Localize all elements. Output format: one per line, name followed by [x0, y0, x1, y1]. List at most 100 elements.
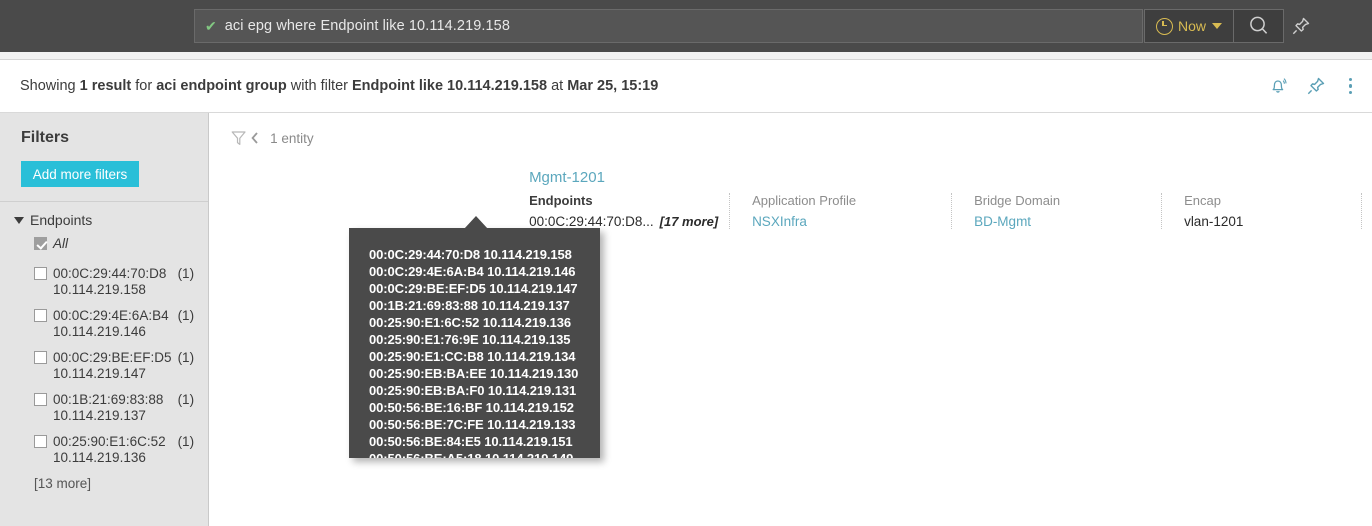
chevron-left-icon [251, 132, 258, 144]
tooltip-line: 00:25:90:E1:6C:52 10.114.219.136 [369, 315, 572, 330]
showing-prefix: Showing [20, 78, 80, 94]
tooltip-line: 00:50:56:BE:84:E5 10.114.219.151 [369, 434, 573, 449]
attribute-number-of-vms: Number of VMs 0 [1361, 193, 1372, 229]
attribute-application-profile: Application Profile NSXInfra [729, 193, 951, 229]
endpoint-mac: 00:1B:21:69:83:88 [53, 392, 164, 407]
search-input[interactable]: ✔ aci epg where Endpoint like 10.114.219… [194, 9, 1143, 43]
tooltip-line: 00:0C:29:4E:6A:B4 10.114.219.146 [369, 264, 576, 279]
at-text: at [547, 78, 568, 94]
attribute-label: Endpoints [529, 193, 593, 208]
pin-icon [1292, 17, 1310, 35]
entity-title-link[interactable]: Mgmt-1201 [529, 169, 1372, 186]
tooltip-line: 00:50:56:BE:16:BF 10.114.219.152 [369, 400, 574, 415]
checkbox-icon[interactable] [34, 351, 47, 364]
add-more-filters-button[interactable]: Add more filters [21, 161, 139, 187]
check-icon: ✔ [205, 18, 217, 34]
tooltip-line: 00:25:90:EB:BA:F0 10.114.219.131 [369, 383, 577, 398]
result-count: 1 result [79, 78, 132, 94]
checkbox-icon[interactable] [34, 267, 47, 280]
filter-option-label: 00:0C:29:4E:6A:B4 10.114.219.146 [53, 308, 172, 339]
checkbox-icon[interactable] [34, 309, 47, 322]
tooltip-line: 00:25:90:E1:76:9E 10.114.219.135 [369, 332, 571, 347]
with-filter-text: with filter [286, 78, 352, 94]
filter-option[interactable]: 00:0C:29:44:70:D8 10.114.219.158 (1) [0, 266, 208, 297]
result-summary-text: Showing 1 result for aci endpoint group … [20, 78, 658, 94]
entity-attribute-columns: Endpoints 00:0C:29:44:70:D8... [17 more] … [529, 193, 1372, 229]
more-vertical-icon [1348, 77, 1352, 82]
pin-result-button[interactable] [1305, 75, 1327, 97]
filter-option-count: (1) [177, 392, 195, 407]
filter-option-count: (1) [177, 266, 195, 281]
filter-option[interactable]: 00:0C:29:4E:6A:B4 10.114.219.146 (1) [0, 308, 208, 339]
show-more-filters-link[interactable]: [13 more] [0, 476, 208, 491]
filter-option-count: (1) [177, 434, 195, 449]
results-toolbar: 1 entity Expand All Collapse All [209, 113, 1372, 155]
tooltip-line: 00:25:90:EB:BA:EE 10.114.219.130 [369, 366, 579, 381]
tooltip-line: 00:0C:29:BE:EF:D5 10.114.219.147 [369, 281, 578, 296]
tooltip-line: 00:25:90:E1:CC:B8 10.114.219.134 [369, 349, 576, 364]
filter-option-label: 00:0C:29:44:70:D8 10.114.219.158 [53, 266, 172, 297]
pin-icon [1307, 77, 1324, 95]
filter-expression: Endpoint like 10.114.219.158 [352, 78, 548, 94]
filter-option[interactable]: 00:25:90:E1:6C:52 10.114.219.136 (1) [0, 434, 208, 465]
entity-type: aci endpoint group [156, 78, 287, 94]
attribute-value: vlan-1201 [1184, 214, 1244, 229]
filter-funnel-icon [231, 131, 246, 145]
attribute-label: Bridge Domain [974, 193, 1061, 208]
filter-option-count: (1) [177, 350, 195, 365]
search-icon [1249, 16, 1267, 34]
more-vertical-icon [1348, 90, 1352, 95]
alert-button[interactable] [1267, 75, 1289, 97]
attribute-encap: Encap vlan-1201 [1161, 193, 1361, 229]
search-button[interactable] [1234, 9, 1284, 43]
top-search-bar: ✔ aci epg where Endpoint like 10.114.219… [0, 0, 1372, 52]
tooltip-line: 00:1B:21:69:83:88 10.114.219.137 [369, 298, 570, 313]
attribute-bridge-domain: Bridge Domain BD-Mgmt [951, 193, 1161, 229]
filter-option-all[interactable]: All [0, 236, 208, 252]
endpoint-ip: 10.114.219.158 [53, 281, 146, 297]
endpoints-more-link[interactable]: [17 more] [660, 214, 719, 229]
filter-option[interactable]: 00:0C:29:BE:EF:D5 10.114.219.147 (1) [0, 350, 208, 381]
endpoint-mac: 00:0C:29:44:70:D8 [53, 266, 167, 281]
checkbox-icon[interactable] [34, 435, 47, 448]
attribute-value-link[interactable]: BD-Mgmt [974, 214, 1147, 229]
filter-option-count: (1) [177, 308, 195, 323]
filter-group-endpoints[interactable]: Endpoints [0, 202, 208, 228]
result-actions [1267, 60, 1359, 112]
endpoint-ip: 10.114.219.147 [53, 365, 146, 381]
filter-option-label: 00:1B:21:69:83:88 10.114.219.137 [53, 392, 172, 423]
filter-group-label: Endpoints [30, 212, 93, 228]
attribute-value: 00:0C:29:44:70:D8... [17 more] [529, 214, 718, 229]
topbar-divider [0, 52, 1372, 60]
endpoints-tooltip: 00:0C:29:44:70:D8 10.114.219.158 00:0C:2… [349, 228, 600, 458]
time-range-now-button[interactable]: Now [1144, 9, 1234, 43]
endpoint-ip: 10.114.219.136 [53, 449, 146, 465]
endpoint-ip: 10.114.219.146 [53, 323, 146, 339]
entity-card-body: Mgmt-1201 Endpoints 00:0C:29:44:70:D8...… [529, 169, 1372, 229]
entity-card: Mgmt-1201 Endpoints 00:0C:29:44:70:D8...… [209, 155, 1372, 229]
chevron-down-icon [1212, 23, 1222, 29]
collapse-filters-button[interactable] [229, 128, 260, 148]
filter-option-label: 00:25:90:E1:6C:52 10.114.219.136 [53, 434, 172, 465]
tooltip-line: 00:50:56:BE:7C:FE 10.114.219.133 [369, 417, 576, 432]
filter-option[interactable]: 00:1B:21:69:83:88 10.114.219.137 (1) [0, 392, 208, 423]
endpoint-mac: 00:25:90:E1:6C:52 [53, 434, 166, 449]
filter-option-label: All [53, 236, 69, 251]
filter-option-list: All 00:0C:29:44:70:D8 10.114.219.158 (1)… [0, 228, 208, 491]
attribute-label: Application Profile [752, 193, 857, 208]
more-vertical-icon [1348, 84, 1352, 88]
more-options-button[interactable] [1343, 74, 1359, 99]
entity-count-label: 1 entity [270, 130, 314, 146]
endpoint-ip: 10.114.219.137 [53, 407, 146, 423]
attribute-label: Encap [1184, 193, 1221, 208]
main-area: Filters Add more filters Endpoints All 0… [0, 113, 1372, 526]
pin-button[interactable] [1288, 14, 1314, 38]
attribute-value-link[interactable]: NSXInfra [752, 214, 937, 229]
tooltip-line: 00:50:56:BE:A5:18 10.114.219.149 [369, 450, 600, 458]
page-title: Filters [21, 129, 70, 146]
search-query-text: aci epg where Endpoint like 10.114.219.1… [224, 18, 511, 34]
filters-sidebar: Filters Add more filters Endpoints All 0… [0, 113, 210, 526]
checkbox-icon[interactable] [34, 393, 47, 406]
tooltip-line: 00:0C:29:44:70:D8 10.114.219.158 [369, 247, 572, 262]
checkbox-checked-icon[interactable] [34, 237, 47, 250]
